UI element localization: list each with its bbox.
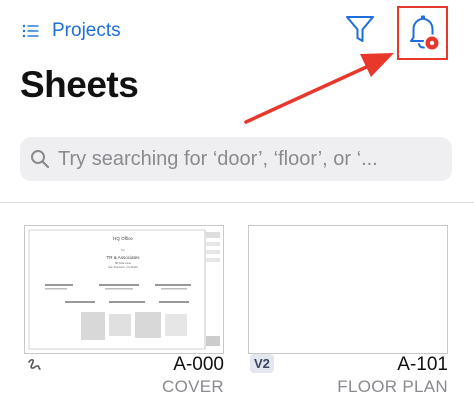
filter-button[interactable] — [343, 12, 377, 46]
sheet-thumbnail-a101[interactable] — [248, 225, 448, 354]
back-to-projects-button[interactable]: Projects — [22, 16, 121, 46]
thumb-for: for — [121, 248, 125, 252]
thumb-title: HQ Office — [113, 236, 133, 241]
sheet-number: A-101 — [397, 354, 448, 375]
back-label: Projects — [52, 20, 121, 41]
bell-icon — [410, 15, 441, 52]
search-bar[interactable] — [20, 137, 452, 181]
sheet-number: A-000 — [173, 354, 224, 375]
pen-squiggle-icon — [28, 358, 41, 370]
sheet-name: FLOOR PLAN — [337, 377, 448, 396]
thumb-address1: 88 Suite Lane — [115, 261, 132, 265]
page-title: Sheets — [20, 64, 139, 105]
version-badge: V2 — [250, 354, 274, 373]
cover-sheet-drawing: HQ Office for TR & Associates 88 Suite L… — [28, 229, 220, 350]
sheet-thumbnail-a000[interactable]: HQ Office for TR & Associates 88 Suite L… — [24, 225, 224, 354]
notifications-button[interactable] — [398, 6, 448, 60]
notification-dot — [423, 34, 441, 52]
filter-funnel-icon — [346, 16, 374, 42]
thumb-firm: TR & Associates — [106, 255, 140, 260]
list-icon — [22, 24, 39, 38]
search-icon — [31, 150, 50, 169]
thumb-address2: San Francisco, CA 94110 — [108, 265, 138, 269]
search-input[interactable] — [58, 147, 438, 171]
section-divider — [0, 202, 474, 203]
sheet-name: COVER — [162, 377, 224, 396]
